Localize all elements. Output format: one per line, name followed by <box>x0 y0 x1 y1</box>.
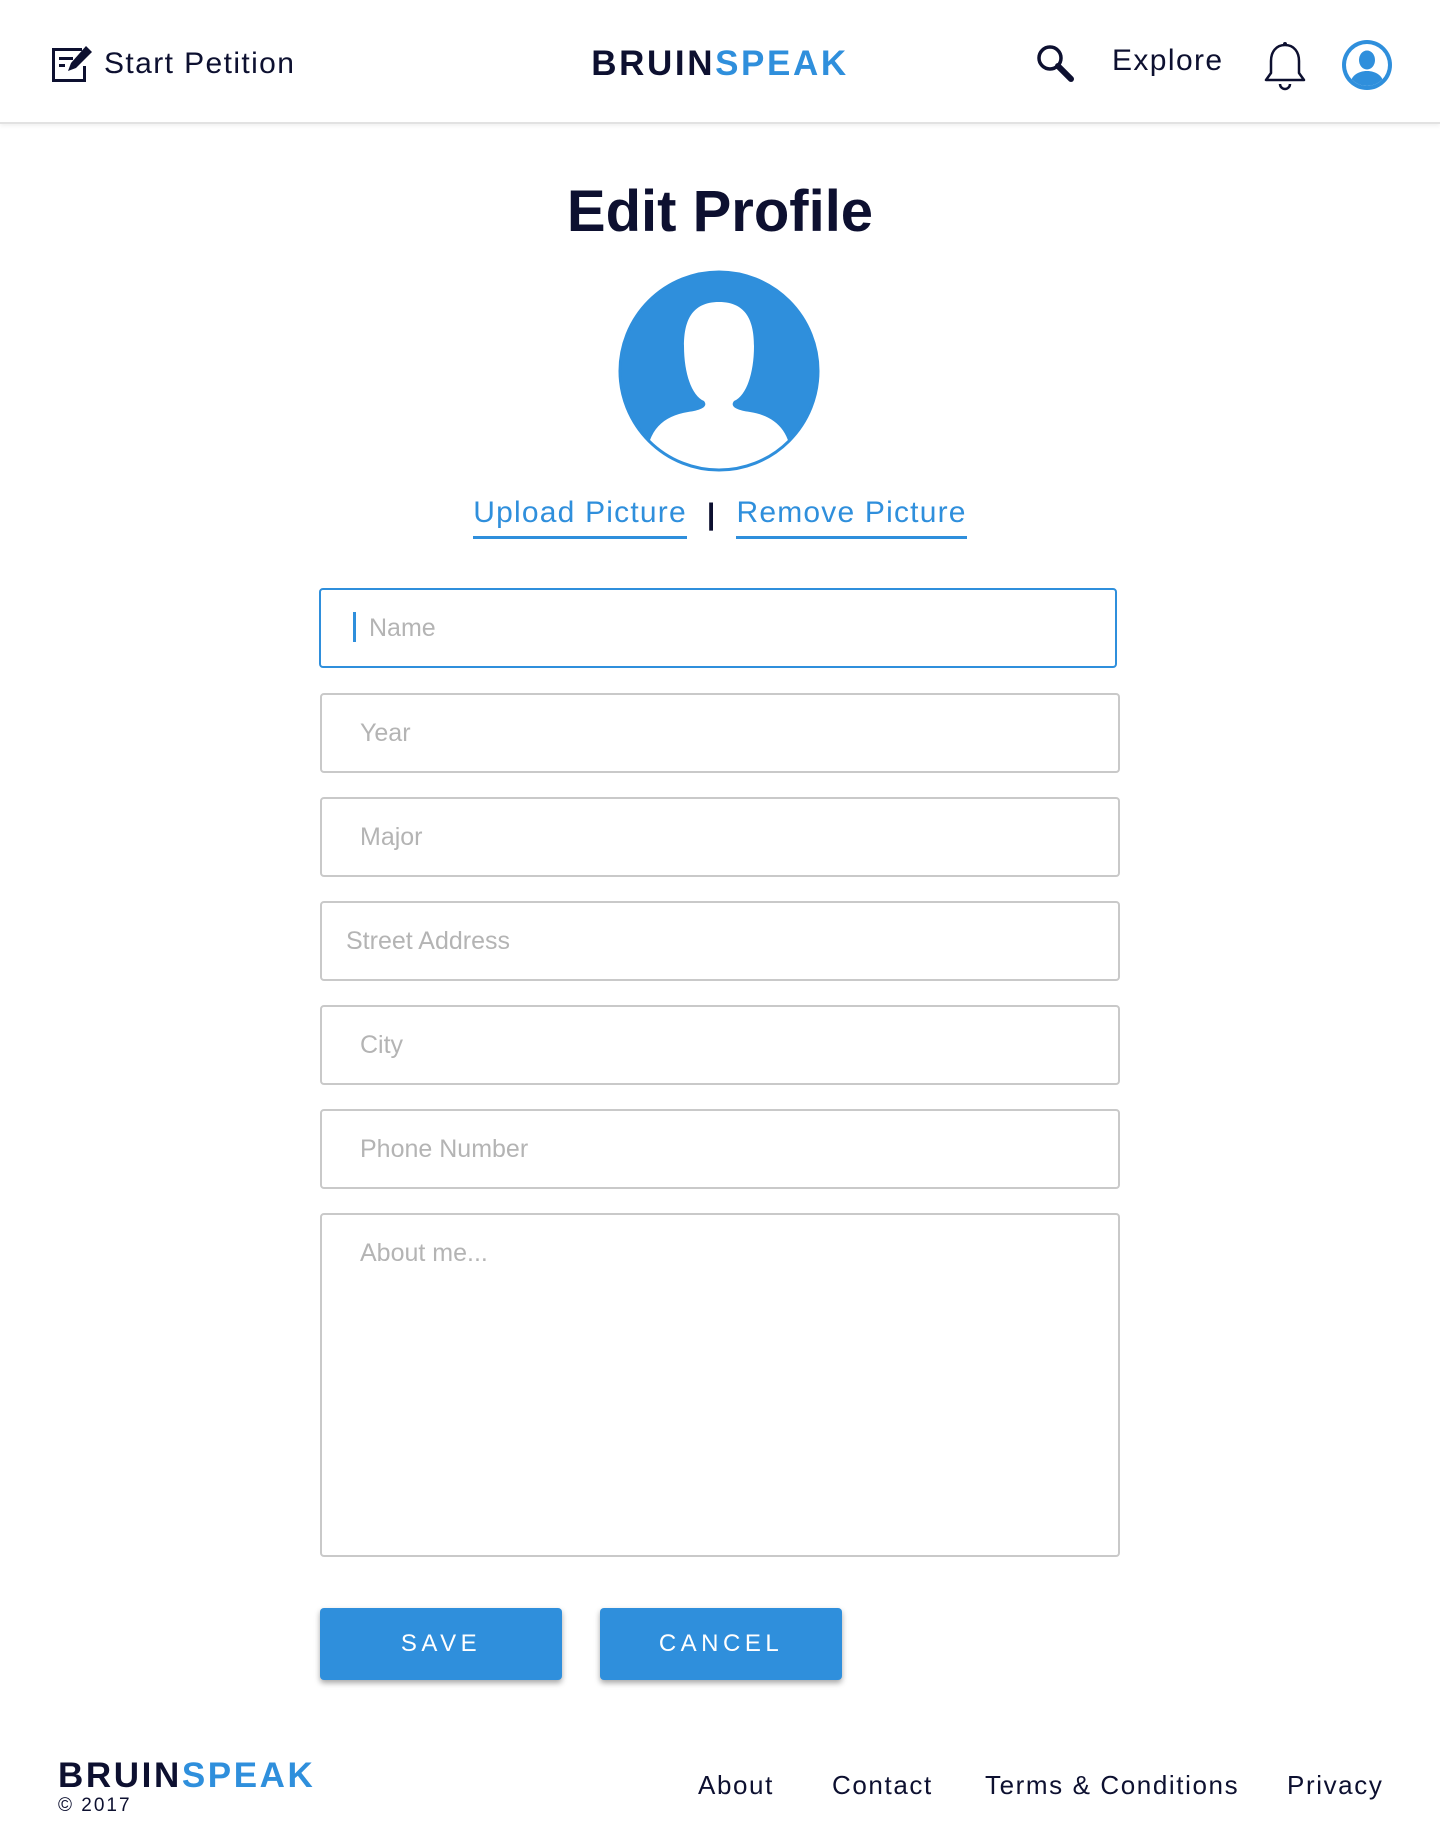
footer-link-terms[interactable]: Terms & Conditions <box>985 1770 1239 1801</box>
city-input[interactable] <box>320 1005 1120 1085</box>
street-address-input[interactable] <box>320 901 1120 981</box>
search-icon[interactable] <box>1034 42 1076 84</box>
about-me-textarea[interactable] <box>320 1213 1120 1557</box>
year-input[interactable] <box>320 693 1120 773</box>
profile-picture <box>618 270 820 472</box>
upload-picture-link[interactable]: Upload Picture <box>473 496 687 539</box>
edit-profile-page: Start Petition BRUINSPEAK Explore Edit P… <box>0 0 1440 1845</box>
profile-avatar-icon <box>618 270 820 472</box>
user-avatar-icon[interactable] <box>1340 38 1394 92</box>
top-nav-bar: Start Petition BRUINSPEAK Explore <box>0 0 1440 124</box>
major-input[interactable] <box>320 797 1120 877</box>
text-caret <box>353 612 356 642</box>
footer-brand-part2: SPEAK <box>181 1756 316 1795</box>
footer-link-privacy[interactable]: Privacy <box>1287 1770 1383 1801</box>
phone-number-input[interactable] <box>320 1109 1120 1189</box>
footer-brand-logo[interactable]: BRUINSPEAK <box>58 1756 315 1796</box>
name-input[interactable] <box>319 588 1117 668</box>
remove-picture-link[interactable]: Remove Picture <box>736 496 967 539</box>
footer-link-contact[interactable]: Contact <box>832 1770 933 1801</box>
brand-logo-part1: BRUIN <box>591 44 716 83</box>
footer-brand-part1: BRUIN <box>58 1756 182 1795</box>
picture-actions: Upload Picture | Remove Picture <box>0 496 1440 539</box>
cancel-button[interactable]: CANCEL <box>600 1608 842 1680</box>
picture-actions-separator: | <box>706 498 717 531</box>
copyright-text: © 2017 <box>58 1795 132 1816</box>
explore-link[interactable]: Explore <box>1112 44 1224 78</box>
save-button[interactable]: SAVE <box>320 1608 562 1680</box>
footer-link-about[interactable]: About <box>698 1770 774 1801</box>
brand-logo-part2: SPEAK <box>715 44 849 83</box>
bell-icon[interactable] <box>1262 40 1308 92</box>
brand-logo[interactable]: BRUINSPEAK <box>0 42 1440 86</box>
page-title: Edit Profile <box>566 179 874 244</box>
